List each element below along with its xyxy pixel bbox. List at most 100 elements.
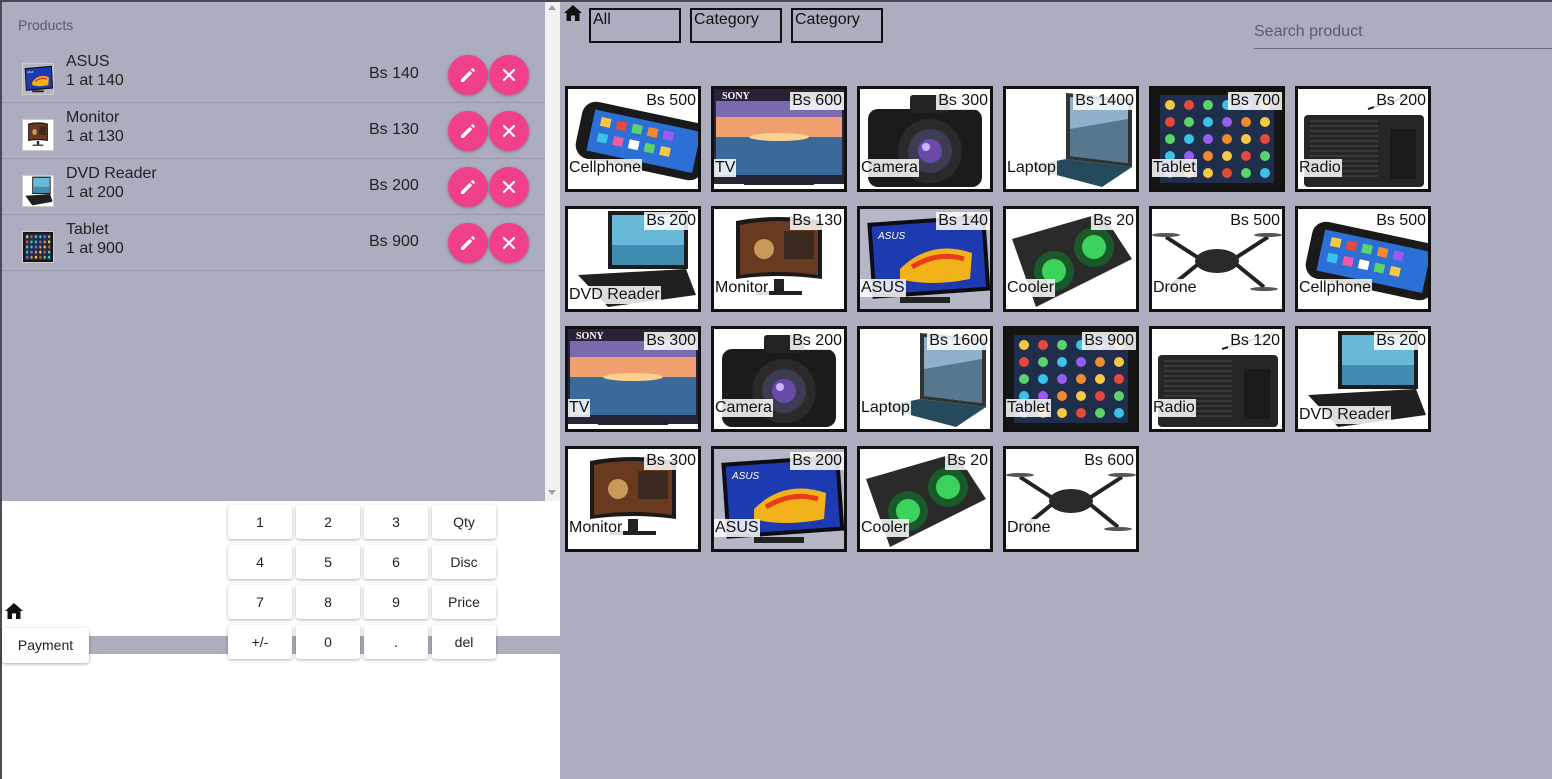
product-price: Bs 130	[790, 212, 844, 230]
product-name: ASUS	[860, 279, 906, 297]
pencil-icon	[461, 124, 475, 138]
product-price: Bs 500	[1228, 212, 1282, 230]
product-name: Radio	[1298, 159, 1342, 177]
numpad-key[interactable]: 6	[364, 545, 428, 579]
product-tile[interactable]: SONY Bs 300 TV	[565, 326, 701, 432]
order-item-row[interactable]: Tablet 1 at 900 Bs 900	[2, 215, 545, 271]
svg-text:ASUS: ASUS	[877, 231, 906, 242]
edit-item-button[interactable]	[448, 111, 488, 151]
product-tile[interactable]: Bs 20 Cooler	[857, 446, 993, 552]
product-price: Bs 140	[936, 212, 990, 230]
numpad-key[interactable]: .	[364, 625, 428, 659]
numpad-key[interactable]: +/-	[228, 625, 292, 659]
search-field	[1254, 18, 1552, 49]
order-item-name: Monitor	[66, 109, 120, 126]
product-price: Bs 500	[1374, 212, 1428, 230]
product-tile[interactable]: Bs 20 Cooler	[1003, 206, 1139, 312]
numpad-key[interactable]: Disc	[432, 545, 496, 579]
product-price: Bs 200	[1374, 332, 1428, 350]
product-name: DVD Reader	[1298, 406, 1391, 424]
numpad-panel: 1 2 3 Qty 4 5 6 Disc 7 8 9 Price +/- 0. del Payment	[2, 501, 560, 779]
numpad-key[interactable]: 0	[296, 625, 360, 659]
product-tile[interactable]: Bs 120 Radio	[1149, 326, 1285, 432]
product-name: Cooler	[1006, 279, 1056, 297]
product-tile[interactable]: SONY Bs 600 TV	[711, 86, 847, 192]
category-tab-1[interactable]: Category	[690, 8, 782, 43]
remove-item-button[interactable]	[489, 223, 529, 263]
numpad-key[interactable]: Price	[432, 585, 496, 619]
product-tile[interactable]: Bs 600 Drone	[1003, 446, 1139, 552]
product-name: Camera	[860, 159, 919, 177]
edit-item-button[interactable]	[448, 223, 488, 263]
numpad-key[interactable]: 3	[364, 505, 428, 539]
numpad-key[interactable]: Qty	[432, 505, 496, 539]
product-price: Bs 20	[1091, 212, 1136, 230]
order-item-thumbnail: ASUS	[22, 63, 54, 95]
numpad-key[interactable]: 2	[296, 505, 360, 539]
scroll-down-arrow-icon[interactable]	[548, 490, 556, 495]
order-item-name: ASUS	[66, 53, 110, 70]
product-name: Cooler	[860, 519, 910, 537]
numpad-key[interactable]: 1	[228, 505, 292, 539]
product-tile[interactable]: Bs 200 DVD Reader	[1295, 326, 1431, 432]
remove-item-button[interactable]	[489, 167, 529, 207]
product-price: Bs 1400	[1073, 92, 1136, 110]
category-tab-all[interactable]: All	[589, 8, 681, 43]
product-tile[interactable]: Bs 500 Drone	[1149, 206, 1285, 312]
pencil-icon	[461, 68, 475, 82]
order-item-row[interactable]: Monitor 1 at 130 Bs 130	[2, 103, 545, 159]
edit-item-button[interactable]	[448, 55, 488, 95]
numpad-key[interactable]: del	[432, 625, 496, 659]
product-tile[interactable]: ASUS Bs 140 ASUS	[857, 206, 993, 312]
product-tile[interactable]: Bs 900 Tablet	[1003, 326, 1139, 432]
order-list-scrollbar[interactable]	[545, 2, 560, 501]
edit-item-button[interactable]	[448, 167, 488, 207]
product-tile[interactable]: Bs 700 Tablet	[1149, 86, 1285, 192]
product-tile[interactable]: Bs 1400 Laptop	[1003, 86, 1139, 192]
order-item-row[interactable]: DVD Reader 1 at 200 Bs 200	[2, 159, 545, 215]
products-header: Products	[18, 17, 74, 33]
product-tile[interactable]: Bs 500 Cellphone	[565, 86, 701, 192]
product-name: Camera	[714, 399, 773, 417]
product-tile[interactable]: ASUS Bs 200 ASUS	[711, 446, 847, 552]
numpad-key[interactable]: 8	[296, 585, 360, 619]
svg-text:SONY: SONY	[576, 331, 605, 342]
numpad-key[interactable]: 7	[228, 585, 292, 619]
close-icon	[502, 124, 516, 138]
order-item-quantity: 1 at 130	[66, 128, 124, 145]
product-name: Tablet	[1006, 399, 1051, 417]
remove-item-button[interactable]	[489, 55, 529, 95]
order-item-name: Tablet	[66, 221, 109, 238]
product-tile[interactable]: Bs 130 Monitor	[711, 206, 847, 312]
product-name: Monitor	[714, 279, 770, 297]
category-tab-2[interactable]: Category	[791, 8, 883, 43]
order-item-quantity: 1 at 200	[66, 184, 124, 201]
order-item-row[interactable]: ASUS ASUS 1 at 140 Bs 140	[2, 47, 545, 103]
product-tile[interactable]: Bs 1600 Laptop	[857, 326, 993, 432]
order-item-quantity: 1 at 140	[66, 72, 124, 89]
search-input[interactable]	[1254, 18, 1544, 46]
product-tile[interactable]: Bs 300 Camera	[857, 86, 993, 192]
product-tile[interactable]: Bs 200 Camera	[711, 326, 847, 432]
home-icon[interactable]	[4, 602, 24, 625]
home-icon[interactable]	[563, 4, 583, 27]
svg-text:SONY: SONY	[722, 91, 751, 102]
scroll-up-arrow-icon[interactable]	[548, 5, 556, 10]
product-tile[interactable]: Bs 200 DVD Reader	[565, 206, 701, 312]
order-item-quantity: 1 at 900	[66, 240, 124, 257]
product-name: Drone	[1006, 519, 1052, 537]
product-tile[interactable]: Bs 300 Monitor	[565, 446, 701, 552]
numpad-key[interactable]: 4	[228, 545, 292, 579]
product-name: DVD Reader	[568, 286, 661, 304]
order-item-thumbnail	[22, 119, 54, 151]
numpad-key[interactable]: 5	[296, 545, 360, 579]
product-tile[interactable]: Bs 200 Radio	[1295, 86, 1431, 192]
product-tile[interactable]: Bs 500 Cellphone	[1295, 206, 1431, 312]
payment-button[interactable]: Payment	[2, 628, 89, 663]
product-name: Radio	[1152, 399, 1196, 417]
order-panel: Products ASUS ASUS 1 at 140 Bs 140 Monit…	[2, 2, 545, 501]
numpad-key[interactable]: 9	[364, 585, 428, 619]
product-price: Bs 300	[644, 452, 698, 470]
product-name: Tablet	[1152, 159, 1197, 177]
remove-item-button[interactable]	[489, 111, 529, 151]
